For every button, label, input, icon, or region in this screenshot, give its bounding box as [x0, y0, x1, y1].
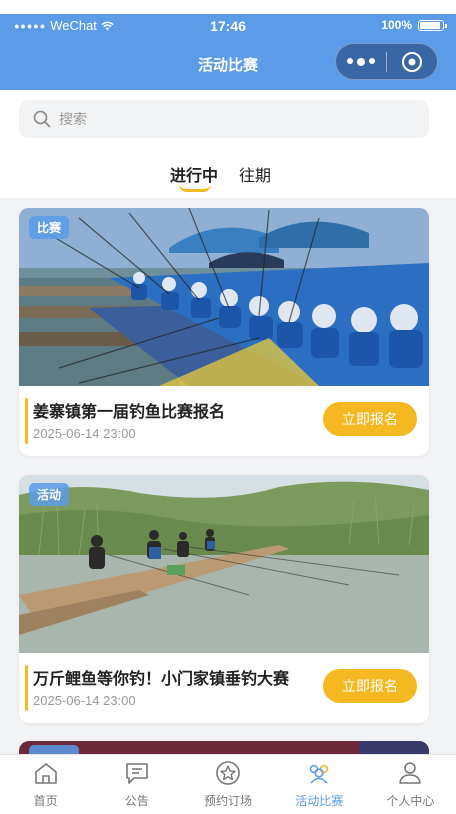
active-tab-indicator [179, 184, 211, 192]
activity-title: 姜寨镇第一届钓鱼比赛报名 [33, 404, 226, 421]
close-mini-program-icon[interactable] [387, 51, 437, 73]
activity-title: 万斤鲤鱼等你钓！小门家镇垂钓大赛 [33, 671, 290, 688]
status-bar: ●●●●● WeChat 17:46 100% [0, 14, 456, 38]
search-input[interactable] [59, 111, 359, 127]
activity-card[interactable]: 比赛 姜寨镇第一届钓鱼比赛报名 2025-06-14 23:00 立即报名 [19, 208, 429, 456]
home-icon [34, 763, 57, 784]
star-booking-icon [216, 761, 240, 785]
bottom-tab-bar: 首页 公告 预约订场 活动比赛 个人中心 [0, 754, 456, 814]
card-accent-bar [25, 398, 28, 444]
activity-date: 2025-06-14 23:00 [33, 426, 136, 441]
user-icon [399, 762, 422, 784]
nav-bar: 活动比赛 [0, 38, 456, 90]
battery-icon [418, 19, 447, 31]
search-box[interactable] [19, 100, 429, 138]
tabbar-item-home[interactable]: 首页 [0, 755, 91, 814]
activity-list[interactable]: 比赛 姜寨镇第一届钓鱼比赛报名 2025-06-14 23:00 立即报名 活动… [0, 198, 456, 754]
mini-program-capsule [335, 43, 438, 80]
card-info: 姜寨镇第一届钓鱼比赛报名 2025-06-14 23:00 立即报名 [19, 386, 429, 456]
tabbar-label: 首页 [33, 794, 58, 808]
status-right: 100% [381, 18, 447, 32]
activity-card-partial[interactable] [19, 741, 429, 754]
signup-button[interactable]: 立即报名 [323, 402, 417, 436]
tabbar-label: 预约订场 [204, 794, 253, 808]
activity-date: 2025-06-14 23:00 [33, 693, 136, 708]
users-icon [309, 764, 329, 784]
tabbar-item-activities[interactable]: 活动比赛 [274, 755, 365, 814]
tabbar-label: 活动比赛 [295, 794, 344, 808]
search-icon [33, 110, 51, 128]
card-accent-bar [25, 665, 28, 711]
activity-photo [19, 741, 429, 754]
tabbar-item-booking[interactable]: 预约订场 [182, 755, 273, 814]
status-tabs: 进行中 往期 [0, 152, 456, 198]
announcement-icon [125, 763, 148, 784]
signup-button[interactable]: 立即报名 [323, 669, 417, 703]
tab-ongoing[interactable]: 进行中 [170, 162, 218, 186]
more-menu-icon[interactable] [336, 57, 386, 66]
tabbar-label: 公告 [124, 794, 149, 808]
battery-percent: 100% [381, 18, 412, 32]
activity-photo: 活动 [19, 475, 429, 653]
tab-past[interactable]: 往期 [239, 162, 271, 186]
tabbar-item-profile[interactable]: 个人中心 [365, 755, 456, 814]
tabbar-item-announcements[interactable]: 公告 [91, 755, 182, 814]
activity-card[interactable]: 活动 万斤鲤鱼等你钓！小门家镇垂钓大赛 2025-06-14 23:00 立即报… [19, 475, 429, 723]
category-badge: 活动 [29, 483, 70, 506]
activity-photo: 比赛 [19, 208, 429, 386]
card-info: 万斤鲤鱼等你钓！小门家镇垂钓大赛 2025-06-14 23:00 立即报名 [19, 653, 429, 723]
search-section [0, 90, 456, 150]
tabbar-label: 个人中心 [386, 794, 435, 808]
category-badge: 比赛 [29, 216, 70, 239]
